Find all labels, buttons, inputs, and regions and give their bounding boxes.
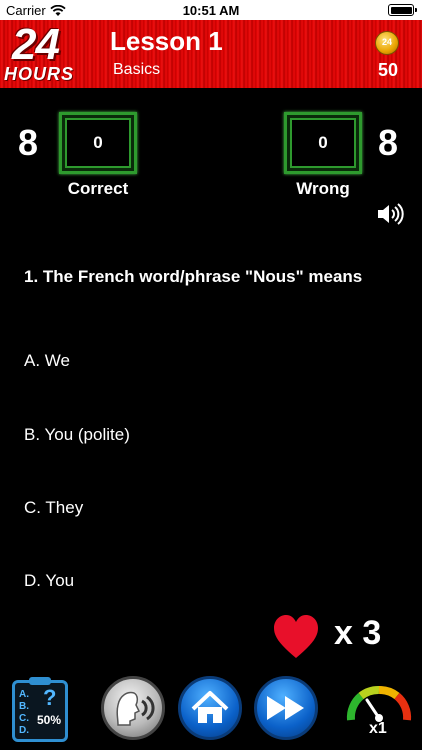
wrong-score-box: 0 <box>284 112 362 174</box>
speed-multiplier: x1 <box>369 720 387 737</box>
hint-percent: 50% <box>37 713 62 727</box>
logo-word: HOURS <box>4 64 75 84</box>
lives-count: x 3 <box>334 614 382 652</box>
answer-option-c[interactable]: C. They <box>24 498 83 518</box>
question-mark-icon: ? <box>43 685 57 710</box>
speaker-icon[interactable] <box>376 202 404 226</box>
wrong-count: 0 <box>318 133 328 152</box>
speaking-head-icon <box>116 691 155 726</box>
status-time: 10:51 AM <box>182 3 240 18</box>
fast-forward-icon <box>267 696 304 720</box>
speedometer-icon <box>346 686 412 722</box>
correct-count: 0 <box>93 133 103 152</box>
answer-option-b[interactable]: B. You (polite) <box>24 425 130 445</box>
lesson-header: 24 HOURS Lesson 1 Basics 50 <box>0 20 422 88</box>
lesson-title: Lesson 1 <box>110 26 223 56</box>
speak-button[interactable] <box>101 676 165 740</box>
speed-gauge-button[interactable]: x1 <box>345 676 413 742</box>
correct-label: Correct <box>67 179 129 198</box>
hint-letters: A. B. C. D. <box>19 689 29 736</box>
app-logo: 24 HOURS <box>4 20 96 86</box>
wrong-remaining: 8 <box>378 122 399 163</box>
coin-count: 50 <box>377 60 399 80</box>
clipboard-clip <box>29 677 51 685</box>
lesson-subtitle: Basics <box>113 61 161 78</box>
correct-score-box: 0 <box>59 112 137 174</box>
wrong-label: Wrong <box>296 179 350 198</box>
next-question-button[interactable] <box>254 676 318 740</box>
coin-icon <box>375 31 399 55</box>
answer-option-d[interactable]: D. You <box>24 571 74 591</box>
question-text: 1. The French word/phrase "Nous" means <box>24 267 363 286</box>
answer-option-a[interactable]: A. We <box>24 351 70 371</box>
home-icon <box>191 691 229 723</box>
heart-icon <box>274 615 318 658</box>
correct-remaining: 8 <box>18 122 39 163</box>
status-bar: Carrier 10:51 AM <box>0 0 422 20</box>
logo-number: 24 <box>12 20 60 69</box>
fifty-fifty-hint-button[interactable]: A. B. C. D. ? 50% <box>12 677 68 742</box>
home-button[interactable] <box>178 676 242 740</box>
battery-icon <box>388 4 417 16</box>
